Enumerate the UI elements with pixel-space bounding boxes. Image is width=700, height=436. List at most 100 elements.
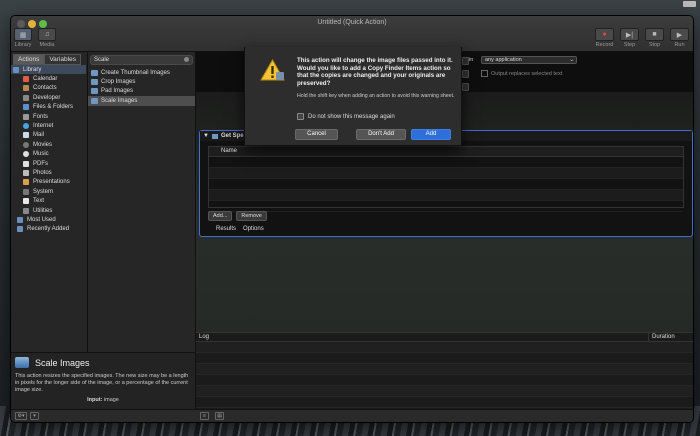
utilities-icon <box>23 207 29 214</box>
sidebar-item-label: Recently Added <box>27 226 70 233</box>
tab-variables[interactable]: Variables <box>44 54 81 65</box>
disclosure-triangle-icon[interactable]: ▼ <box>203 133 209 139</box>
step-button[interactable]: ▶| Step <box>620 28 639 48</box>
calendar-icon <box>23 76 29 83</box>
log-column-header[interactable]: Log <box>199 334 209 340</box>
media-toolbar-button[interactable]: ♫ Media <box>38 28 56 48</box>
action-item-pad-images[interactable]: Pad Images <box>88 87 195 96</box>
sidebar-item-utilities[interactable]: Utilities <box>11 206 86 215</box>
log-row <box>196 397 693 408</box>
sidebar-item-internet[interactable]: Internet <box>11 121 86 130</box>
input-value: image <box>103 397 119 403</box>
add-button[interactable]: Add <box>411 129 451 140</box>
sidebar-item-label: Calendar <box>33 76 58 83</box>
battery-icon <box>683 1 696 7</box>
search-input[interactable]: Scale <box>90 55 193 65</box>
sidebar-item-calendar[interactable]: Calendar <box>11 74 86 83</box>
table-row <box>209 190 683 201</box>
action-item-scale-images[interactable]: Scale Images <box>88 96 195 106</box>
sidebar-item-contacts[interactable]: Contacts <box>11 84 86 93</box>
search-value: Scale <box>94 57 110 63</box>
text-icon <box>23 198 29 205</box>
files-table[interactable]: Name <box>208 146 684 212</box>
log-row <box>196 342 693 353</box>
sidebar-item-system[interactable]: System <box>11 187 86 196</box>
library-toolbar-button[interactable]: ▦ Library <box>14 28 32 48</box>
input-stepper-3[interactable] <box>462 83 469 91</box>
movies-icon <box>23 141 29 148</box>
sidebar-item-developer[interactable]: Developer <box>11 93 86 102</box>
sidebar-item-files-folders[interactable]: Files & Folders <box>11 103 86 112</box>
clear-search-icon[interactable] <box>184 57 189 62</box>
output-replaces-label: Output replaces selected text <box>491 70 563 77</box>
run-button[interactable]: ▶ Run <box>670 28 689 48</box>
action-description-panel: Scale Images This action resizes the spe… <box>11 352 195 410</box>
duration-column-header[interactable]: Duration <box>648 333 675 341</box>
remove-button[interactable]: Remove <box>236 211 267 221</box>
sidebar-item-label: System <box>33 188 54 195</box>
add-button[interactable]: Add... <box>208 211 233 221</box>
sidebar-item-pdfs[interactable]: PDFs <box>11 159 86 168</box>
table-row <box>209 157 683 168</box>
tab-results[interactable]: Results <box>216 226 236 232</box>
preview-icon <box>91 69 98 76</box>
table-row <box>209 201 683 212</box>
actions-library-panel: Actions Variables Library Calendar Conta… <box>11 52 196 410</box>
cancel-button[interactable]: Cancel <box>295 129 338 140</box>
sidebar-item-text[interactable]: Text <box>11 196 86 205</box>
action-item-crop-images[interactable]: Crop Images <box>88 77 195 86</box>
sidebar-item-music[interactable]: Music <box>11 150 86 159</box>
output-replaces-checkbox[interactable]: Output replaces selected text <box>481 70 562 77</box>
warning-icon <box>260 59 285 81</box>
tab-options[interactable]: Options <box>243 226 264 232</box>
sidebar-item-label: Music <box>33 151 49 158</box>
action-title: Get Spe <box>220 133 244 139</box>
show-variables-button[interactable]: ▤ <box>215 412 224 420</box>
table-row <box>209 179 683 190</box>
scale-images-icon <box>15 357 29 368</box>
dont-add-button[interactable]: Don't Add <box>356 129 406 140</box>
pdf-icon <box>23 160 29 167</box>
description-input: Input: image <box>15 397 191 403</box>
stop-button[interactable]: ■ Stop <box>645 28 664 48</box>
record-label: Record <box>595 42 614 48</box>
column-name-header[interactable]: Name <box>209 147 683 157</box>
action-item-create-thumbnail[interactable]: Create Thumbnail Images <box>88 68 195 77</box>
media-toolbar-label: Media <box>39 42 55 48</box>
suppress-message-checkbox[interactable]: Do not show this message again <box>297 113 395 120</box>
sidebar-item-photos[interactable]: Photos <box>11 168 86 177</box>
sidebar-item-presentations[interactable]: Presentations <box>11 178 86 187</box>
log-row <box>196 353 693 364</box>
preview-icon <box>91 97 98 104</box>
description-text: This action resizes the specified images… <box>15 373 189 393</box>
presentations-icon <box>23 179 29 186</box>
sidebar-item-fonts[interactable]: Fonts <box>11 112 86 121</box>
sidebar-item-movies[interactable]: Movies <box>11 140 86 149</box>
input-stepper-2[interactable] <box>462 70 469 78</box>
sidebar-item-label: Utilities <box>33 207 53 214</box>
folder-icon <box>17 226 23 233</box>
mail-icon <box>23 132 29 139</box>
library-root-item[interactable]: Library <box>11 65 86 75</box>
gear-menu-button[interactable]: ⚙▾ <box>15 412 27 420</box>
toggle-description-button[interactable]: ▾ <box>30 412 39 420</box>
sidebar-item-mail[interactable]: Mail <box>11 131 86 140</box>
record-button[interactable]: ● Record <box>595 28 614 48</box>
log-row <box>196 386 693 397</box>
tab-actions[interactable]: Actions <box>13 54 45 65</box>
input-type-stepper[interactable] <box>462 57 469 65</box>
sidebar-item-label: PDFs <box>33 160 48 167</box>
library-toolbar-label: Library <box>14 42 32 48</box>
sidebar-item-most-used[interactable]: Most Used <box>11 215 86 224</box>
application-dropdown[interactable]: any application ⌄ <box>481 56 577 64</box>
music-icon <box>23 151 29 158</box>
sidebar-item-label: Presentations <box>33 179 70 186</box>
in-label: in <box>469 57 474 63</box>
stop-icon: ■ <box>645 28 664 41</box>
log-row <box>196 364 693 375</box>
sidebar-item-recently-added[interactable]: Recently Added <box>11 225 86 234</box>
library-segmented-control: Actions Variables <box>13 54 81 65</box>
stop-label: Stop <box>648 42 661 48</box>
sidebar-item-label: Internet <box>33 123 54 130</box>
show-log-button[interactable]: ≡ <box>200 412 209 420</box>
